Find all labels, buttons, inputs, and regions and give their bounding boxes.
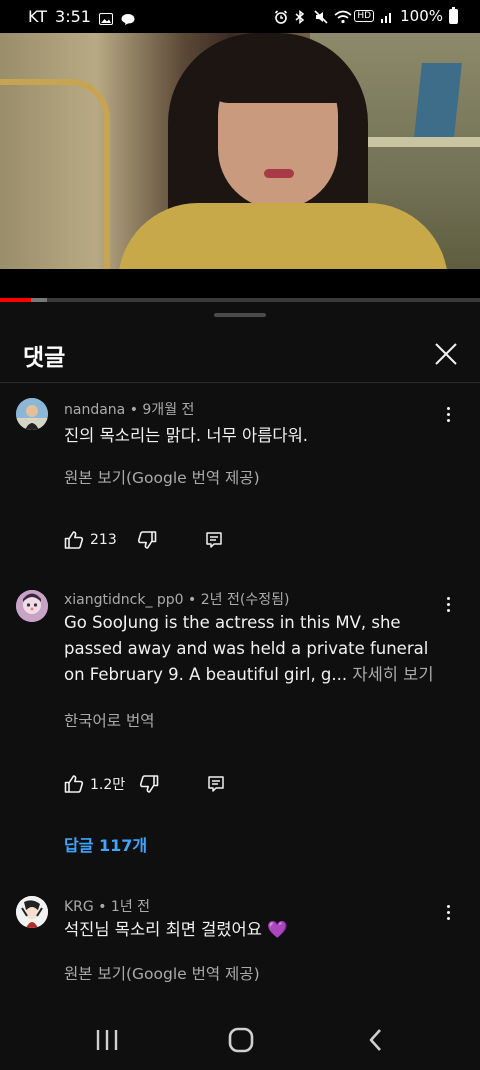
comment-item: nandana • 9개월 전 진의 목소리는 맑다. 너무 아름다워. 원본 … <box>0 394 480 558</box>
home-icon <box>228 1027 254 1053</box>
avatar[interactable] <box>16 590 48 622</box>
see-original-link[interactable]: 원본 보기(Google 번역 제공) <box>64 962 260 984</box>
comment-meta[interactable]: xiangtidnck_ pp0 • 2년 전(수정됨) <box>64 589 289 609</box>
comment-actions: 1.2만 <box>64 772 225 796</box>
reply-button[interactable] <box>207 775 225 793</box>
like-button[interactable]: 213 <box>64 530 117 550</box>
signal-icon <box>380 10 394 23</box>
close-button[interactable] <box>426 334 466 374</box>
comment-meta[interactable]: nandana • 9개월 전 <box>64 399 194 419</box>
dislike-button[interactable] <box>137 530 157 550</box>
header-divider <box>0 382 480 383</box>
reply-icon <box>205 532 222 548</box>
reply-button[interactable] <box>205 531 223 549</box>
comment-menu-button[interactable] <box>436 900 460 924</box>
dislike-button[interactable] <box>139 774 159 794</box>
hd-badge: HD <box>354 10 375 22</box>
battery-percent: 100% <box>400 7 443 25</box>
avatar[interactable] <box>16 896 48 928</box>
talk-icon <box>121 10 135 25</box>
comment-text: Go SooJung is the actress in this MV, sh… <box>64 610 448 688</box>
comment-menu-button[interactable] <box>436 402 460 426</box>
drag-handle[interactable] <box>214 313 266 317</box>
system-nav-bar <box>0 1010 480 1070</box>
mute-icon <box>314 10 328 24</box>
read-more-link[interactable]: 자세히 보기 <box>352 665 433 684</box>
translate-link[interactable]: 한국어로 번역 <box>64 709 155 731</box>
carrier-label: KT <box>28 6 48 26</box>
video-frame[interactable] <box>0 33 480 269</box>
comment-actions: 213 <box>64 528 223 552</box>
comment-menu-button[interactable] <box>436 592 460 616</box>
view-replies-button[interactable]: 답글 117개 <box>64 832 147 856</box>
recents-icon <box>96 1030 118 1050</box>
like-count: 1.2만 <box>90 777 126 793</box>
comment-item: xiangtidnck_ pp0 • 2년 전(수정됨) Go SooJung … <box>0 586 480 866</box>
comment-text: 석진님 목소리 최면 걸렸어요 💜 <box>64 920 288 939</box>
like-button[interactable]: 1.2만 <box>64 774 125 794</box>
panel-title: 댓글 <box>23 345 66 371</box>
comment-meta[interactable]: KRG • 1년 전 <box>64 896 150 916</box>
home-button[interactable] <box>221 1024 261 1056</box>
like-count: 213 <box>90 532 117 548</box>
panel-header: 댓글 <box>0 328 480 382</box>
comment-text: 진의 목소리는 맑다. 너무 아름다워. <box>64 426 308 445</box>
back-icon <box>369 1029 381 1051</box>
thumbs-up-icon <box>64 775 84 793</box>
back-button[interactable] <box>356 1024 396 1056</box>
battery-icon <box>449 6 458 24</box>
comments-panel: 댓글 nandana • 9개월 전 진의 목소리는 맑다. 너무 아름다워. … <box>0 302 480 1010</box>
status-bar: KT 3:51 HD 100% <box>0 0 480 32</box>
gallery-icon <box>98 10 113 25</box>
comment-item: KRG • 1년 전 석진님 목소리 최면 걸렸어요 💜 원본 보기(Googl… <box>0 894 480 1004</box>
close-icon <box>435 343 457 365</box>
reply-icon <box>208 776 224 792</box>
thumbs-down-icon <box>140 775 159 793</box>
see-original-link[interactable]: 원본 보기(Google 번역 제공) <box>64 466 260 488</box>
thumbs-down-icon <box>137 531 157 549</box>
alarm-icon <box>274 10 288 24</box>
avatar[interactable] <box>16 398 48 430</box>
recents-button[interactable] <box>87 1024 127 1056</box>
thumbs-up-icon <box>64 531 84 549</box>
wifi-icon <box>334 10 352 24</box>
bluetooth-icon <box>294 9 308 25</box>
clock: 3:51 <box>55 6 91 26</box>
